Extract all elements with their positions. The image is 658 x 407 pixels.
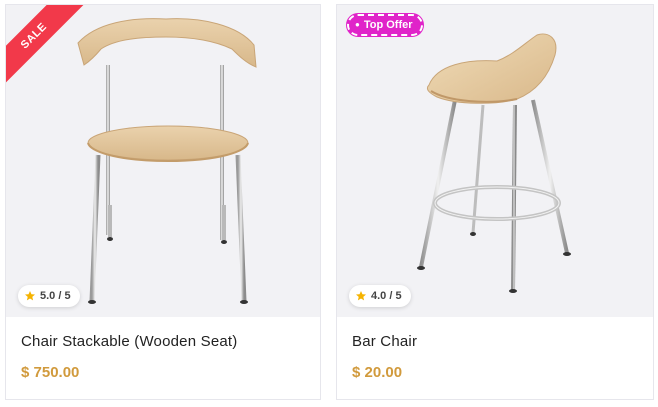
product-info: Chair Stackable (Wooden Seat) $ 750.00 — [6, 317, 320, 399]
product-name[interactable]: Chair Stackable (Wooden Seat) — [21, 333, 237, 350]
product-image-area[interactable]: ● Top Offer 4.0 / 5 — [337, 5, 653, 317]
product-card[interactable]: SALE 5.0 / 5 Chair Stackable (Wooden Sea… — [5, 4, 321, 400]
product-image — [417, 33, 571, 293]
product-image-area[interactable]: SALE 5.0 / 5 — [6, 5, 320, 317]
rating-value: 4.0 / 5 — [371, 290, 402, 302]
top-offer-label: Top Offer — [363, 19, 413, 31]
product-info: Bar Chair $ 20.00 — [337, 317, 653, 399]
rating-value: 5.0 / 5 — [40, 290, 71, 302]
product-card[interactable]: ● Top Offer 4.0 / 5 Bar Chair $ 20.00 — [336, 4, 654, 400]
rating-badge: 5.0 / 5 — [18, 285, 80, 307]
rating-badge: 4.0 / 5 — [349, 285, 411, 307]
sale-ribbon-label: SALE — [6, 5, 88, 90]
star-icon — [356, 291, 366, 301]
star-icon — [25, 291, 35, 301]
product-price: $ 20.00 — [352, 364, 403, 381]
sale-ribbon: SALE — [6, 5, 96, 95]
top-offer-badge: ● Top Offer — [347, 14, 423, 36]
product-price: $ 750.00 — [21, 364, 80, 381]
dot-icon: ● — [355, 20, 360, 29]
product-name[interactable]: Bar Chair — [352, 333, 417, 350]
